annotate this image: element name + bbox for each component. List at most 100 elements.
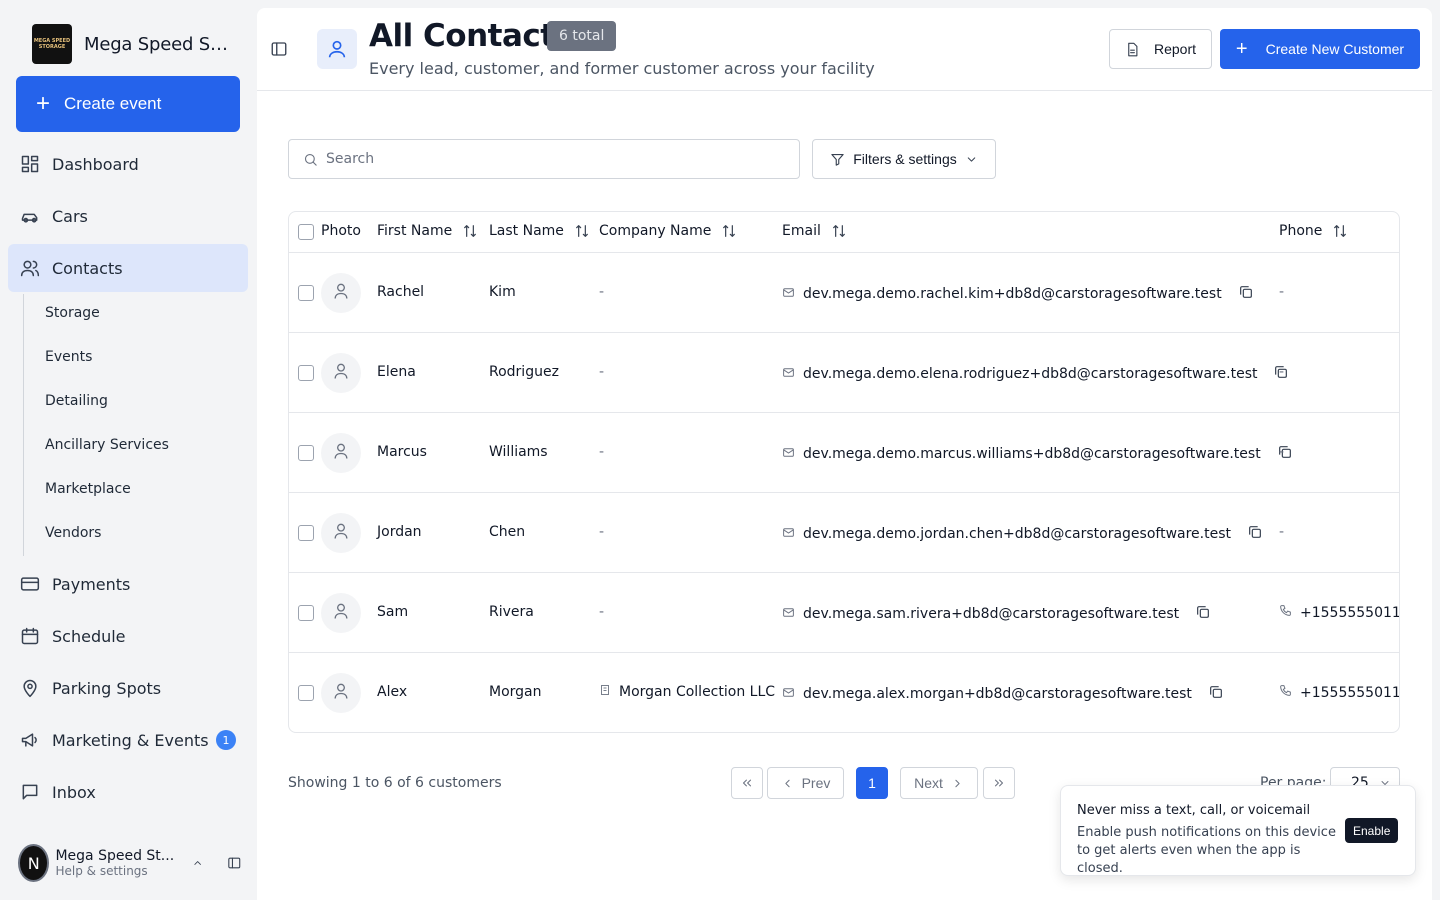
sidebar-subitem-storage[interactable]: Storage (45, 305, 100, 321)
table-row[interactable]: Rachel Kim - dev.mega.demo.rachel.kim+db8d@… (289, 253, 1399, 333)
company-name: Morgan Collection LLC (619, 684, 776, 700)
sidebar-subitem-vendors[interactable]: Vendors (45, 525, 101, 541)
search-input[interactable] (326, 151, 766, 167)
row-checkbox[interactable] (298, 685, 314, 701)
contact-photo (321, 673, 361, 713)
email-value[interactable]: dev.mega.sam.rivera+db8d@carstoragesoftw… (803, 606, 1179, 622)
email-value[interactable]: dev.mega.demo.jordan.chen+db8d@carstorag… (803, 526, 1231, 542)
copy-icon[interactable] (1238, 284, 1254, 304)
phone-cell: - (1279, 284, 1285, 300)
last-name-cell: Chen (489, 524, 526, 540)
avatar: N (18, 844, 50, 882)
select-all-checkbox[interactable] (298, 224, 314, 240)
last-page-button[interactable] (983, 767, 1015, 799)
create-event-label: Create event (64, 94, 162, 113)
phone-cell[interactable]: +15555550111 (1279, 684, 1400, 701)
table-row[interactable]: Marcus Williams - dev.mega.demo.marcus.will… (289, 413, 1399, 493)
email-cell: dev.mega.demo.elena.rodriguez+db8d@carst… (782, 364, 1289, 384)
email-value[interactable]: dev.mega.alex.morgan+db8d@carstoragesoft… (803, 686, 1192, 702)
sort-icon (723, 225, 736, 237)
sidebar-item-label: Cars (52, 206, 88, 226)
row-checkbox[interactable] (298, 285, 314, 301)
table-row[interactable]: Alex Morgan Morgan Collection LLC dev.mega.… (289, 653, 1400, 732)
next-page-button[interactable]: Next (900, 767, 978, 799)
building-icon (599, 684, 611, 700)
page-header: All Contacts 6 total Every lead, custome… (257, 8, 1432, 91)
sidebar-subitem-ancillary-services[interactable]: Ancillary Services (45, 437, 169, 453)
table-row[interactable]: Sam Rivera - dev.mega.sam.rivera+db8d@carst… (289, 573, 1399, 653)
page-1-button[interactable]: 1 (856, 767, 888, 799)
sidebar-item-payments[interactable]: Payments (8, 560, 248, 608)
create-customer-button[interactable]: + Create New Customer (1220, 29, 1420, 69)
email-cell: dev.mega.demo.rachel.kim+db8d@carstorage… (782, 284, 1254, 304)
column-company-name[interactable]: Company Name (599, 223, 737, 239)
sidebar-item-label: Marketing & Events (52, 730, 209, 750)
email-value[interactable]: dev.mega.demo.rachel.kim+db8d@carstorage… (803, 286, 1222, 302)
table-row[interactable]: Elena Rodriguez - dev.mega.demo.elena.rodri… (289, 333, 1399, 413)
column-first-name[interactable]: First Name (377, 223, 478, 239)
sidebar-item-schedule[interactable]: Schedule (8, 612, 248, 660)
user-icon (331, 281, 351, 305)
search-icon (304, 153, 317, 166)
column-email[interactable]: Email (782, 223, 847, 239)
phone-cell[interactable]: +15555550112 (1279, 604, 1399, 621)
sidebar-item-inbox[interactable]: Inbox (8, 768, 248, 816)
column-phone[interactable]: Phone (1279, 223, 1348, 239)
copy-icon[interactable] (1195, 604, 1211, 624)
sidebar-item-label: Parking Spots (52, 678, 162, 698)
contact-photo (321, 593, 361, 633)
sidebar: MEGA SPEED STORAGE Mega Speed St... + Cr… (0, 0, 256, 900)
calendar-icon (21, 627, 39, 645)
copy-icon[interactable] (1208, 684, 1224, 704)
megaphone-icon (21, 733, 37, 747)
chevron-up-icon (194, 861, 202, 865)
sidebar-item-parking-spots[interactable]: Parking Spots (8, 664, 248, 712)
car-icon (21, 213, 38, 223)
sidebar-item-cars[interactable]: Cars (8, 192, 248, 240)
table-header: Photo First Name Last Name Company Name … (289, 212, 1399, 253)
sidebar-subitem-events[interactable]: Events (45, 349, 92, 365)
sidebar-item-marketing-events[interactable]: Marketing & Events (8, 716, 248, 764)
filters-settings-button[interactable]: Filters & settings (812, 139, 996, 179)
mail-icon (782, 446, 795, 463)
column-last-name[interactable]: Last Name (489, 223, 590, 239)
user-icon (331, 601, 351, 625)
sidebar-item-label: Schedule (52, 626, 126, 646)
first-page-button[interactable] (731, 767, 763, 799)
phone-icon (1279, 684, 1292, 701)
report-button[interactable]: Report (1109, 29, 1212, 69)
brand-logo: MEGA SPEED STORAGE (32, 24, 72, 64)
user-subtitle: Help & settings (55, 864, 148, 878)
panel-toggle-icon[interactable] (227, 854, 242, 872)
prev-page-button[interactable]: Prev (767, 767, 844, 799)
user-text: Mega Speed St... Help & settings (55, 848, 174, 878)
copy-icon[interactable] (1247, 524, 1263, 544)
sidebar-item-dashboard[interactable]: Dashboard (8, 140, 248, 188)
row-checkbox[interactable] (298, 365, 314, 381)
phone-value: +15555550111 (1300, 684, 1400, 701)
user-menu[interactable]: N Mega Speed St... Help & settings (18, 842, 242, 884)
prev-label: Prev (801, 775, 831, 791)
sidebar-item-contacts[interactable]: Contacts (8, 244, 248, 292)
brand[interactable]: MEGA SPEED STORAGE Mega Speed St... (32, 24, 228, 64)
row-checkbox[interactable] (298, 525, 314, 541)
row-checkbox[interactable] (298, 445, 314, 461)
sidebar-subitem-marketplace[interactable]: Marketplace (45, 481, 131, 497)
last-name-cell: Rivera (489, 604, 534, 620)
sort-icon (575, 225, 588, 237)
sidebar-toggle-icon[interactable] (270, 40, 288, 58)
column-photo: Photo (321, 223, 361, 239)
email-value[interactable]: dev.mega.demo.marcus.williams+db8d@carst… (803, 446, 1261, 462)
create-event-button[interactable]: + Create event (16, 76, 240, 132)
email-value[interactable]: dev.mega.demo.elena.rodriguez+db8d@carst… (803, 366, 1257, 382)
contacts-table: Photo First Name Last Name Company Name … (288, 211, 1400, 733)
first-name-cell: Sam (377, 604, 409, 620)
brand-name: Mega Speed St... (84, 33, 228, 55)
last-name-cell: Williams (489, 444, 548, 460)
enable-notifications-button[interactable]: Enable (1345, 818, 1399, 843)
row-checkbox[interactable] (298, 605, 314, 621)
sidebar-subitem-detailing[interactable]: Detailing (45, 393, 108, 409)
table-row[interactable]: Jordan Chen - dev.mega.demo.jordan.chen+db8… (289, 493, 1399, 573)
filter-icon (831, 153, 844, 166)
last-name-cell: Rodriguez (489, 364, 559, 380)
